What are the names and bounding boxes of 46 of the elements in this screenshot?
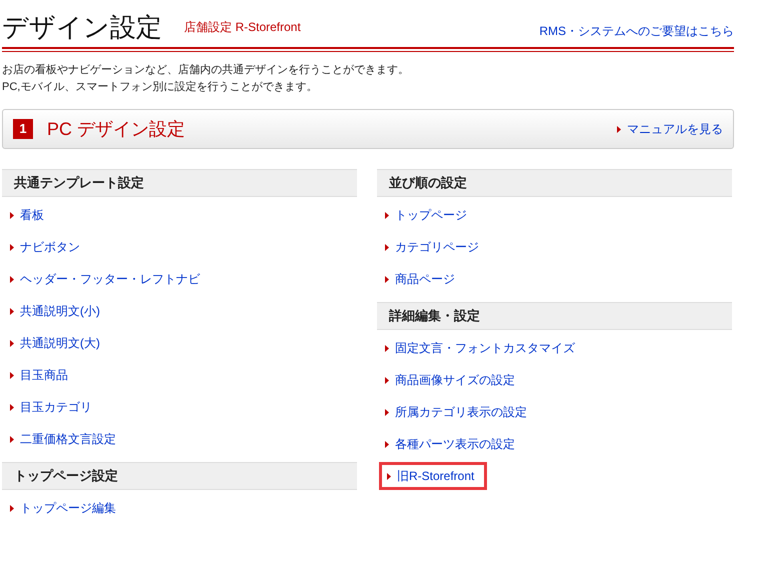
triangle-icon xyxy=(385,408,389,416)
feedback-link[interactable]: RMS・システムへのご要望はこちら xyxy=(539,22,734,40)
nav-link[interactable]: 固定文言・フォントカスタマイズ xyxy=(395,339,575,357)
triangle-icon xyxy=(10,308,14,314)
nav-link[interactable]: 目玉カテゴリ xyxy=(20,398,92,416)
nav-link[interactable]: カテゴリページ xyxy=(395,238,479,256)
triangle-icon xyxy=(387,472,391,480)
nav-link[interactable]: 商品ページ xyxy=(395,270,455,288)
nav-link[interactable]: トップページ編集 xyxy=(20,499,116,517)
triangle-icon xyxy=(10,276,14,282)
triangle-icon xyxy=(10,504,14,512)
nav-link[interactable]: 所属カテゴリ表示の設定 xyxy=(395,403,527,421)
section-heading: 詳細編集・設定 xyxy=(377,302,732,330)
triangle-icon xyxy=(385,344,389,352)
page-title: デザイン設定 xyxy=(2,14,162,40)
triangle-icon xyxy=(617,126,621,132)
manual-link[interactable]: マニュアルを見る xyxy=(627,120,723,138)
nav-link[interactable]: 二重価格文言設定 xyxy=(20,430,116,448)
triangle-icon xyxy=(10,404,14,410)
nav-link[interactable]: 共通説明文(小) xyxy=(20,302,100,320)
nav-link[interactable]: ナビボタン xyxy=(20,238,80,256)
triangle-icon xyxy=(385,376,389,384)
section-heading: トップページ設定 xyxy=(2,462,357,490)
step-number: 1 xyxy=(13,119,33,139)
nav-link[interactable]: トップページ xyxy=(395,206,467,224)
section-title: PC デザイン設定 xyxy=(47,118,186,140)
triangle-icon xyxy=(10,372,14,378)
triangle-icon xyxy=(385,244,389,250)
triangle-icon xyxy=(385,276,389,282)
nav-link[interactable]: 商品画像サイズの設定 xyxy=(395,371,515,389)
triangle-icon xyxy=(10,436,14,442)
nav-link[interactable]: 看板 xyxy=(20,206,44,224)
triangle-icon xyxy=(385,212,389,218)
description-text: PC,モバイル、スマートフォン別に設定を行うことができます。 xyxy=(2,80,318,95)
nav-link[interactable]: 目玉商品 xyxy=(20,366,68,384)
description-text: お店の看板やナビゲーションなど、店舗内の共通デザインを行うことができます。 xyxy=(2,62,410,78)
triangle-icon xyxy=(10,212,14,218)
triangle-icon xyxy=(385,440,389,448)
page-subtitle: 店舗設定 R-Storefront xyxy=(184,19,301,36)
section-heading: 並び順の設定 xyxy=(377,169,732,197)
nav-link[interactable]: ヘッダー・フッター・レフトナビ xyxy=(20,270,200,288)
triangle-icon xyxy=(10,244,14,250)
section-heading: 共通テンプレート設定 xyxy=(2,169,357,197)
nav-link[interactable]: 共通説明文(大) xyxy=(20,334,100,352)
triangle-icon xyxy=(10,340,14,346)
nav-link[interactable]: 各種パーツ表示の設定 xyxy=(395,435,515,453)
